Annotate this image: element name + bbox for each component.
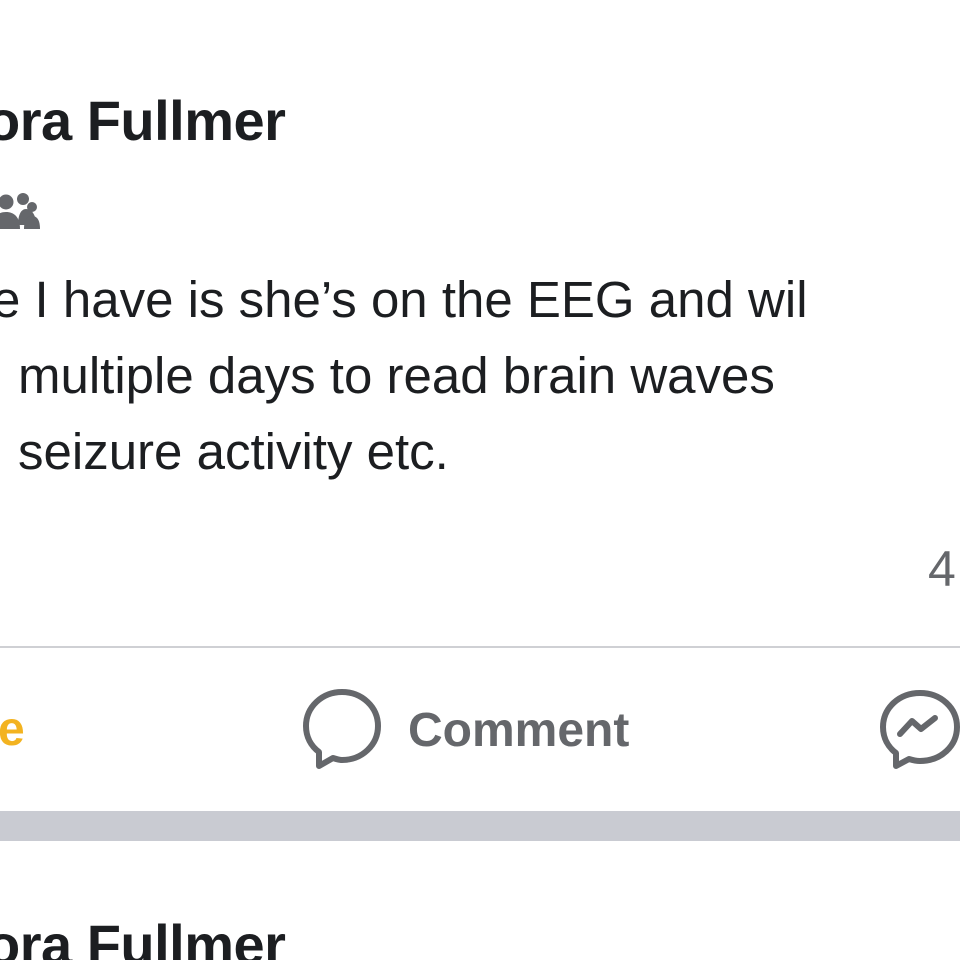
friends-icon[interactable]	[0, 187, 40, 233]
feed: ora Fullmer e I have is she’s on the EEG…	[0, 0, 960, 960]
action-bar-divider	[0, 646, 960, 648]
comment-label: Comment	[408, 704, 630, 757]
post-body: e I have is she’s on the EEG and wil mul…	[0, 262, 960, 490]
post-author-name[interactable]: ora Fullmer	[0, 88, 286, 153]
post-text-line: e I have is she’s on the EEG and wil	[0, 271, 808, 328]
comment-bubble-icon	[303, 689, 381, 769]
feed-separator	[0, 811, 960, 841]
messenger-icon[interactable]	[878, 688, 960, 770]
post-text-line: multiple days to read brain waves	[18, 347, 775, 404]
comment-button[interactable]: Comment	[300, 686, 680, 770]
post-text-line: seizure activity etc.	[18, 423, 449, 480]
reaction-count[interactable]: 4	[928, 540, 956, 598]
next-post-author-name[interactable]: ora Fullmer	[0, 912, 286, 960]
like-button[interactable]: e	[0, 702, 25, 757]
